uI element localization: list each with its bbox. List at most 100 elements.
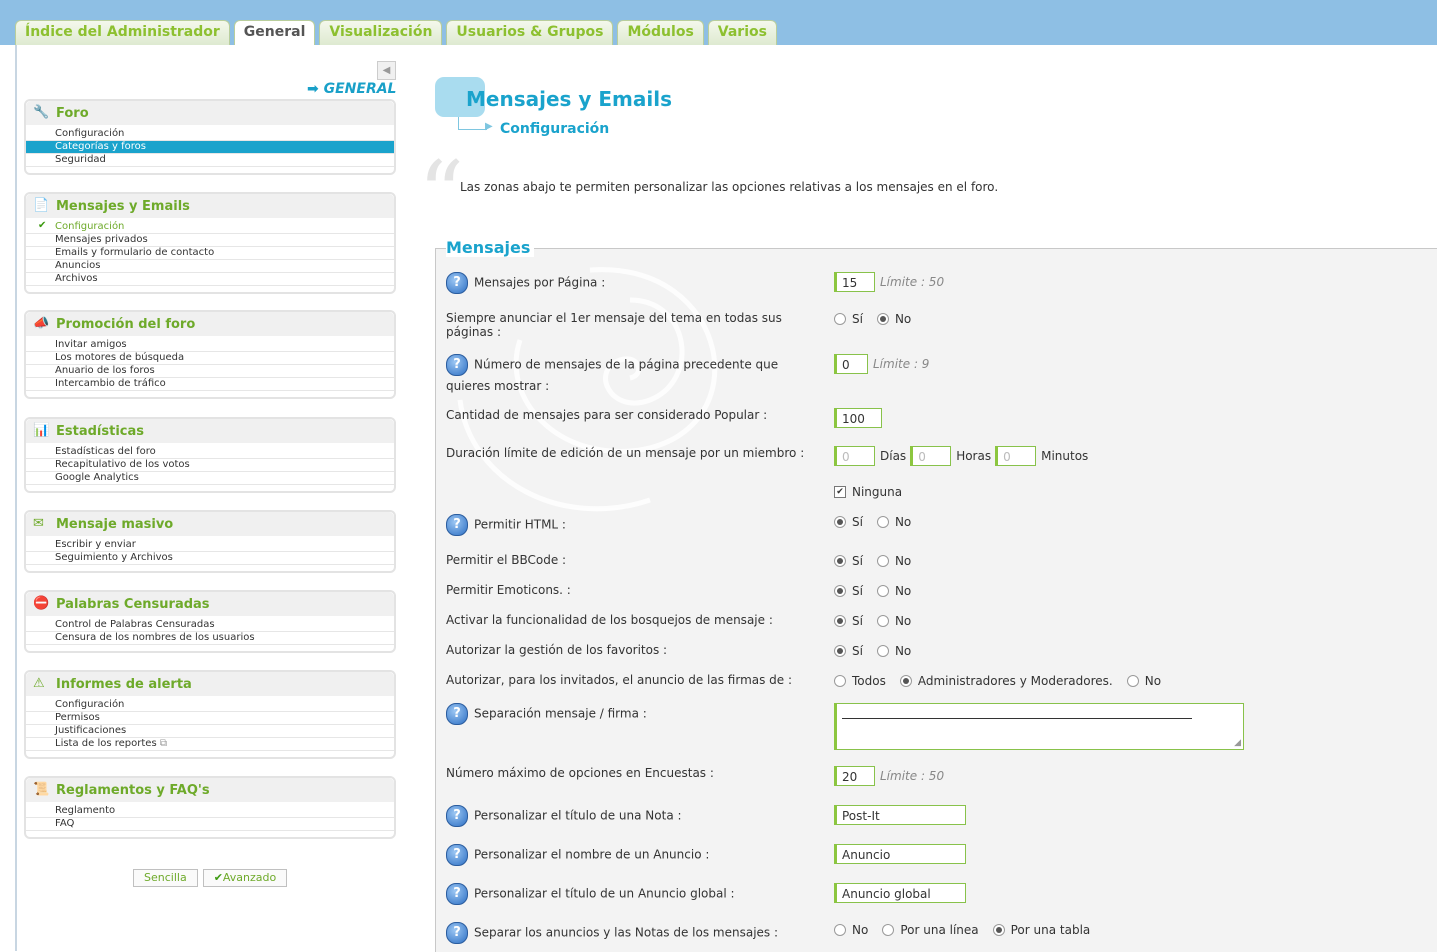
- sidebar-item-configuracion-mensajes[interactable]: ✔ Configuración: [26, 220, 394, 234]
- sidebar-section-promocion: 📣 Promoción del foro Invitar amigos Los m…: [24, 310, 396, 399]
- sidebar-item-faq[interactable]: FAQ: [26, 818, 394, 831]
- sidebar-item-emails[interactable]: Emails y formulario de contacto: [26, 247, 394, 260]
- arrow-right-icon: ▶: [485, 121, 493, 132]
- resize-grip-icon[interactable]: ◢: [1234, 738, 1241, 748]
- fieldset-legend: Mensajes: [446, 238, 535, 257]
- popular-count-input[interactable]: 100: [834, 408, 882, 428]
- tab-general[interactable]: General: [233, 20, 316, 47]
- sidebar-item-mensajes-privados[interactable]: Mensajes privados: [26, 234, 394, 247]
- radio-emoticons-no[interactable]: No: [876, 584, 911, 598]
- document-icon: 📄: [33, 198, 50, 213]
- sidebar-item-seguridad[interactable]: Seguridad: [26, 154, 394, 167]
- radio-separate-no[interactable]: No: [834, 923, 868, 937]
- field-label: Personalizar el título de un Anuncio glo…: [474, 886, 735, 901]
- radio-sig-admins[interactable]: Administradores y Moderadores.: [899, 674, 1113, 688]
- sidebar-item-lista-reportes[interactable]: Lista de los reportes ⧉: [26, 738, 394, 751]
- radio-emoticons-yes[interactable]: Sí: [834, 584, 863, 598]
- radio-announce-yes[interactable]: Sí: [834, 312, 863, 326]
- radio-html-yes[interactable]: Sí: [834, 515, 863, 529]
- field-label: Duración límite de edición de un mensaje…: [446, 446, 805, 460]
- radio-separate-line[interactable]: Por una línea: [882, 923, 979, 937]
- sidebar-item-seguimiento[interactable]: Seguimiento y Archivos: [26, 552, 394, 565]
- poll-options-input[interactable]: 20: [834, 766, 875, 786]
- sidebar-item-reglamento[interactable]: Reglamento: [26, 805, 394, 818]
- sidebar-item-motores[interactable]: Los motores de búsqueda: [26, 352, 394, 365]
- note-title-input[interactable]: Post-It: [834, 805, 966, 825]
- radio-drafts-yes[interactable]: Sí: [834, 614, 863, 628]
- help-icon[interactable]: ?: [446, 272, 468, 294]
- sidebar-item-anuario[interactable]: Anuario de los foros: [26, 365, 394, 378]
- sidebar-item-censura-nombres[interactable]: Censura de los nombres de los usuarios: [26, 632, 394, 645]
- help-icon[interactable]: ?: [446, 703, 468, 725]
- global-announce-input[interactable]: Anuncio global: [834, 883, 966, 903]
- days-input[interactable]: 0: [834, 446, 875, 466]
- minutes-label: Minutos: [1041, 449, 1089, 463]
- sidebar-item-votos[interactable]: Recapitulativo de los votos: [26, 459, 394, 472]
- radio-bbcode-no[interactable]: No: [876, 554, 911, 568]
- tab-misc[interactable]: Varios: [707, 20, 777, 46]
- advanced-mode-button[interactable]: ✔Avanzado: [202, 869, 288, 887]
- field-label: Cantidad de mensajes para ser considerad…: [446, 408, 768, 422]
- sidebar-item-justificaciones[interactable]: Justificaciones: [26, 725, 394, 738]
- field-label: Separación mensaje / firma :: [474, 706, 647, 721]
- minutes-input[interactable]: 0: [995, 446, 1037, 466]
- quote-icon: “: [418, 142, 465, 247]
- radio-sig-all[interactable]: Todos: [834, 674, 886, 688]
- section-title: Mensajes y Emails: [56, 198, 190, 214]
- sidebar-item-control-palabras[interactable]: Control de Palabras Censuradas: [26, 619, 394, 632]
- sidebar-item-escribir[interactable]: Escribir y enviar: [26, 539, 394, 552]
- radio-favorites-no[interactable]: No: [876, 644, 911, 658]
- radio-drafts-no[interactable]: No: [876, 614, 911, 628]
- sidebar-item-configuracion[interactable]: Configuración: [26, 128, 394, 141]
- announce-name-input[interactable]: Anuncio: [834, 844, 966, 864]
- section-title: Palabras Censuradas: [56, 596, 210, 612]
- intro-text: Las zonas abajo te permiten personalizar…: [460, 180, 999, 194]
- signature-separator-textarea[interactable]: ◢: [834, 703, 1244, 750]
- help-icon[interactable]: ?: [446, 514, 468, 536]
- radio-html-no[interactable]: No: [876, 515, 911, 529]
- help-icon[interactable]: ?: [446, 922, 468, 944]
- help-icon[interactable]: ?: [446, 883, 468, 905]
- mode-switch: Sencilla ✔Avanzado: [133, 869, 288, 887]
- subtitle-connector: [458, 117, 487, 130]
- sidebar-item-permisos[interactable]: Permisos: [26, 712, 394, 725]
- help-icon[interactable]: ?: [446, 805, 468, 827]
- sidebar-section-informes: ⚠ Informes de alerta Configuración Permis…: [24, 670, 396, 759]
- help-icon[interactable]: ?: [446, 354, 468, 376]
- radio-sig-no[interactable]: No: [1126, 674, 1161, 688]
- hours-input[interactable]: 0: [910, 446, 952, 466]
- sidebar-item-analytics[interactable]: Google Analytics: [26, 472, 394, 485]
- posts-per-page-input[interactable]: 15: [834, 272, 875, 292]
- sidebar-section-censura: ⛔ Palabras Censuradas Control de Palabras…: [24, 590, 396, 653]
- none-checkbox[interactable]: ✔: [834, 486, 846, 498]
- radio-bbcode-yes[interactable]: Sí: [834, 554, 863, 568]
- tab-admin-index[interactable]: Índice del Administrador: [15, 20, 230, 46]
- tab-display[interactable]: Visualización: [319, 20, 443, 46]
- tab-users-groups[interactable]: Usuarios & Grupos: [446, 20, 614, 46]
- sidebar-item-categorias[interactable]: Categorías y foros: [26, 141, 394, 154]
- sidebar-item-estadisticas-foro[interactable]: Estadísticas del foro: [26, 446, 394, 459]
- none-label: Ninguna: [852, 485, 903, 499]
- help-icon[interactable]: ?: [446, 844, 468, 866]
- prev-page-posts-input[interactable]: 0: [834, 354, 868, 374]
- collapse-sidebar-icon[interactable]: ◀: [377, 61, 396, 80]
- field-label: Mensajes por Página :: [474, 275, 606, 290]
- sidebar-item-invitar[interactable]: Invitar amigos: [26, 339, 394, 352]
- sidebar-item-anuncios[interactable]: Anuncios: [26, 260, 394, 273]
- simple-mode-button[interactable]: Sencilla: [133, 869, 198, 887]
- section-title: Promoción del foro: [56, 316, 196, 332]
- main-tabs: Índice del Administrador General Visuali…: [15, 20, 777, 47]
- sidebar-item-configuracion-informes[interactable]: Configuración: [26, 699, 394, 712]
- days-label: Días: [880, 449, 907, 463]
- section-title: Informes de alerta: [56, 676, 192, 692]
- sidebar-section-reglamentos: 📜 Reglamentos y FAQ's Reglamento FAQ: [24, 776, 396, 839]
- limit-text: Límite : 50: [880, 275, 945, 289]
- field-label: Autorizar la gestión de los favoritos :: [446, 643, 668, 657]
- sidebar-item-archivos[interactable]: Archivos: [26, 273, 394, 286]
- tab-modules[interactable]: Módulos: [617, 20, 704, 46]
- radio-announce-no[interactable]: No: [876, 312, 911, 326]
- section-title: Mensaje masivo: [56, 516, 174, 532]
- sidebar-item-intercambio[interactable]: Intercambio de tráfico: [26, 378, 394, 391]
- radio-favorites-yes[interactable]: Sí: [834, 644, 863, 658]
- radio-separate-table[interactable]: Por una tabla: [992, 923, 1090, 937]
